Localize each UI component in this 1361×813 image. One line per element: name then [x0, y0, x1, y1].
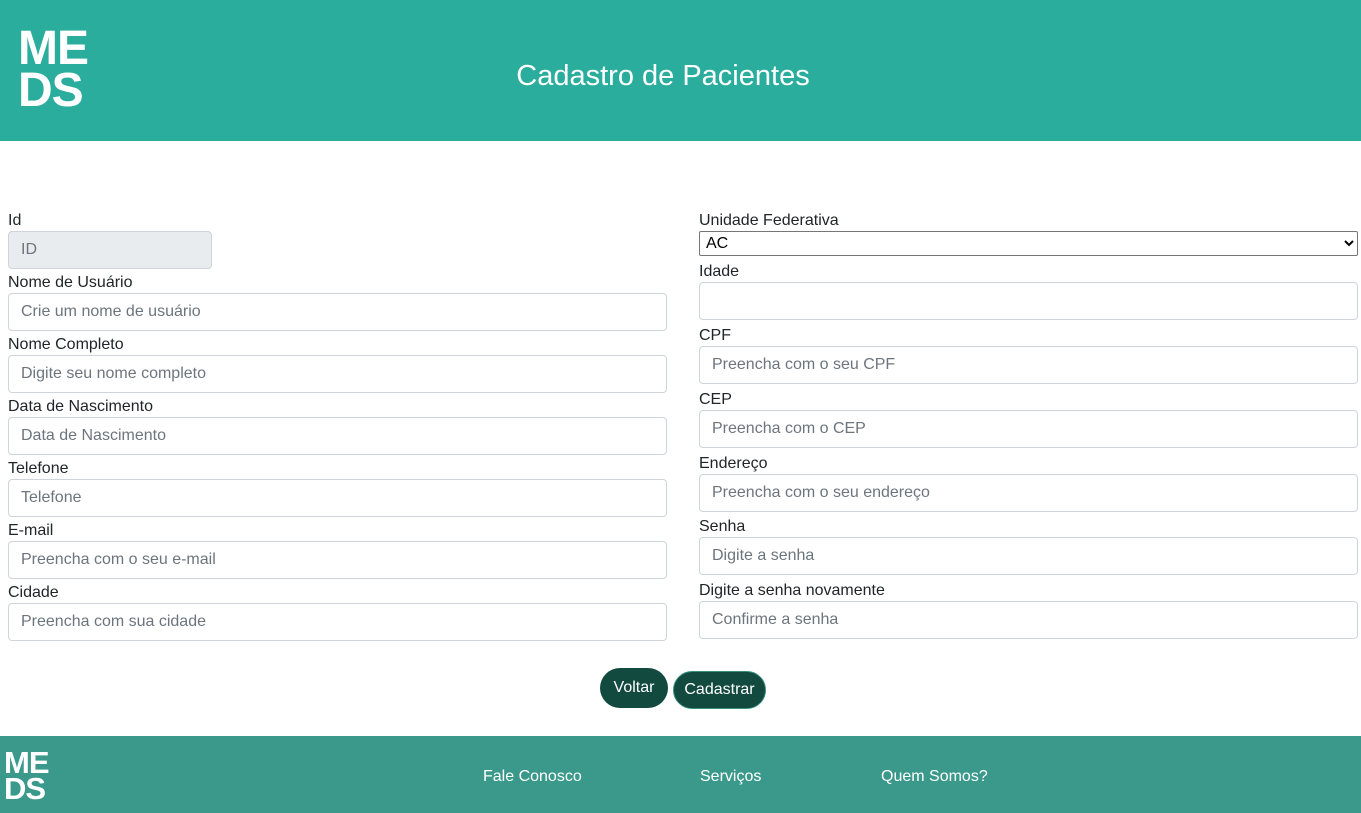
phone-label: Telefone — [8, 460, 69, 477]
footer-logo-line-2: DS — [4, 771, 46, 806]
address-input[interactable] — [699, 474, 1358, 512]
cpf-group: CPF — [699, 326, 1358, 390]
fullname-group: Nome Completo — [8, 335, 667, 397]
cep-group: CEP — [699, 390, 1358, 454]
address-label: Endereço — [699, 455, 768, 472]
city-label: Cidade — [8, 584, 59, 601]
form-right-column: Unidade Federativa AC Idade CPF CEP Ende… — [699, 211, 1358, 645]
password-group: Senha — [699, 517, 1358, 581]
password-label: Senha — [699, 518, 746, 535]
username-label: Nome de Usuário — [8, 274, 133, 291]
cpf-label: CPF — [699, 327, 731, 344]
submit-button[interactable]: Cadastrar — [673, 671, 766, 709]
page-title: Cadastro de Pacientes — [516, 60, 810, 92]
id-group: Id — [8, 211, 667, 273]
username-group: Nome de Usuário — [8, 273, 667, 335]
cpf-input[interactable] — [699, 346, 1358, 384]
email-label: E-mail — [8, 522, 54, 539]
birthdate-label: Data de Nascimento — [8, 398, 153, 415]
cep-label: CEP — [699, 391, 732, 408]
birthdate-group: Data de Nascimento — [8, 397, 667, 459]
password-confirm-input[interactable] — [699, 601, 1358, 639]
form-left-column: Id Nome de Usuário Nome Completo Data de… — [8, 211, 667, 645]
footer-link-services[interactable]: Serviços — [700, 767, 761, 787]
cep-input[interactable] — [699, 410, 1358, 448]
birthdate-input[interactable] — [8, 417, 667, 455]
id-field[interactable] — [8, 231, 212, 269]
footer-link-about[interactable]: Quem Somos? — [881, 767, 988, 787]
phone-group: Telefone — [8, 459, 667, 521]
phone-input[interactable] — [8, 479, 667, 517]
password-input[interactable] — [699, 537, 1358, 575]
username-input[interactable] — [8, 293, 667, 331]
uf-select[interactable]: AC — [699, 231, 1358, 256]
fullname-input[interactable] — [8, 355, 667, 393]
city-group: Cidade — [8, 583, 667, 645]
password-confirm-group: Digite a senha novamente — [699, 581, 1358, 645]
address-group: Endereço — [699, 454, 1358, 517]
email-group: E-mail — [8, 521, 667, 583]
page-header: ME DS Cadastro de Pacientes — [0, 0, 1361, 141]
uf-label: Unidade Federativa — [699, 212, 839, 229]
age-input[interactable] — [699, 282, 1358, 320]
page-footer: ME DS Fale Conosco Serviços Quem Somos? — [0, 736, 1361, 813]
fullname-label: Nome Completo — [8, 336, 124, 353]
age-label: Idade — [699, 263, 740, 280]
email-input[interactable] — [8, 541, 667, 579]
age-group: Idade — [699, 262, 1358, 326]
footer-link-contact[interactable]: Fale Conosco — [483, 767, 582, 787]
footer-meds-logo[interactable]: ME DS — [4, 747, 49, 806]
password-confirm-label: Digite a senha novamente — [699, 582, 885, 599]
city-input[interactable] — [8, 603, 667, 641]
uf-group: Unidade Federativa AC — [699, 211, 1358, 262]
id-label: Id — [8, 212, 22, 229]
back-button[interactable]: Voltar — [600, 668, 668, 708]
